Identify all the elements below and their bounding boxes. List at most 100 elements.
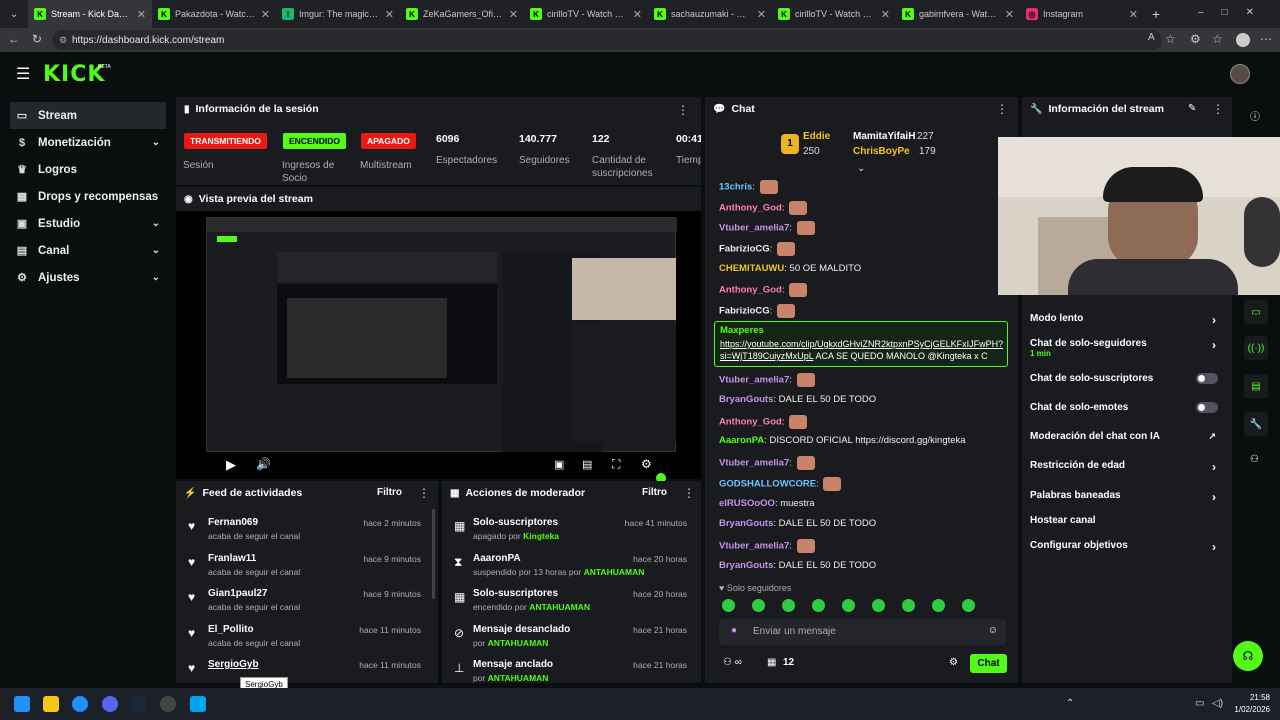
stream-setting-row[interactable]: Hostear canal xyxy=(1030,515,1230,526)
url-field[interactable]: ⚙ https://dashboard.kick.com/stream xyxy=(52,30,1162,50)
mod-menu-icon[interactable]: ⋮ xyxy=(683,486,695,500)
mic-icon[interactable]: ● xyxy=(731,625,737,636)
chevron-down-icon[interactable]: ⌄ xyxy=(152,245,160,256)
users-icon[interactable]: ⚇ ∞ xyxy=(723,657,742,668)
emote[interactable] xyxy=(962,599,975,612)
external-link-icon[interactable]: ↗ xyxy=(1208,431,1216,442)
stream-setting-row[interactable]: Chat de solo-emotes xyxy=(1030,402,1230,413)
toggle-switch[interactable] xyxy=(1196,402,1218,413)
settings-gear-icon[interactable]: ⚙ xyxy=(641,457,652,471)
chat-username[interactable]: Anthony_God xyxy=(719,417,782,428)
tab-close-icon[interactable]: ✕ xyxy=(1129,8,1138,21)
stream-setting-row[interactable]: Moderación del chat con IA ↗ xyxy=(1030,431,1230,442)
stream-setting-row[interactable]: Restricción de edad › xyxy=(1030,460,1230,474)
stream-setting-row[interactable]: Chat de solo-seguidores 1 min › xyxy=(1030,338,1230,358)
browser-menu-icon[interactable]: ⋯ xyxy=(1260,32,1272,46)
start-icon[interactable] xyxy=(14,696,30,712)
hamburger-menu-icon[interactable]: ☰ xyxy=(16,64,30,84)
browser-tab[interactable]: K Pakazdota - Watch clips ✕ xyxy=(152,0,276,28)
chat-username[interactable]: Vtuber_amelia7 xyxy=(719,458,789,469)
stream-setting-row[interactable]: Chat de solo-suscriptores xyxy=(1030,373,1230,384)
feed-item[interactable]: ♥ SergioGyb hace 11 minutos xyxy=(176,655,431,683)
chat-message[interactable]: GODSHALLOWCORE: xyxy=(719,477,842,491)
emote[interactable] xyxy=(812,599,825,612)
feed-username[interactable]: Franlaw11 xyxy=(208,553,256,564)
kick-logo[interactable]: KICK xyxy=(43,62,105,87)
chevron-down-icon[interactable]: ⌄ xyxy=(152,137,160,148)
chevron-down-icon[interactable]: ⌄ xyxy=(152,218,160,229)
chat-message[interactable]: Vtuber_amelia7: xyxy=(719,221,815,235)
chat-message[interactable]: CHEMITAUWU: 50 OE MALDITO xyxy=(719,263,861,274)
extensions-icon[interactable]: ⚙ xyxy=(1190,32,1201,46)
chat-username[interactable]: Vtuber_amelia7 xyxy=(719,375,789,386)
chat-settings-icon[interactable]: ⚙ xyxy=(949,657,958,668)
session-menu-icon[interactable]: ⋮ xyxy=(677,103,689,117)
feed-username[interactable]: Gian1paul27 xyxy=(208,588,267,599)
chat-message[interactable]: Vtuber_amelia7: xyxy=(719,373,815,387)
feed-item[interactable]: ♥ Franlaw11 acaba de seguir el canal hace 9… xyxy=(176,549,431,585)
feed-username[interactable]: SergioGyb xyxy=(208,659,259,670)
back-icon[interactable]: ← xyxy=(8,32,20,46)
chevron-right-icon[interactable]: › xyxy=(1212,460,1216,474)
chevron-right-icon[interactable]: › xyxy=(1212,313,1216,327)
chat-message[interactable]: BryanGouts: DALE EL 50 DE TODO xyxy=(719,560,876,571)
mod-action-item[interactable]: ▦ Solo-suscriptores encendido por ANTAHUAM… xyxy=(442,584,697,620)
emote[interactable] xyxy=(752,599,765,612)
fullscreen-icon[interactable]: ⛶ xyxy=(612,457,620,472)
chat-username[interactable]: FabrizioCG xyxy=(719,306,770,317)
chat-username[interactable]: GODSHALLOWCORE xyxy=(719,479,816,490)
emoji-icon[interactable]: ☺ xyxy=(988,625,998,636)
chat-username[interactable]: AaaronPA xyxy=(719,435,764,446)
emote-bar[interactable] xyxy=(722,599,1012,613)
chat-message[interactable]: Vtuber_amelia7: xyxy=(719,456,815,470)
emote[interactable] xyxy=(932,599,945,612)
chat-username[interactable]: Vtuber_amelia7 xyxy=(719,541,789,552)
browser-tab[interactable]: I Imgur: The magic of the ✕ xyxy=(276,0,400,28)
tab-close-icon[interactable]: ✕ xyxy=(757,8,766,21)
toggle-switch[interactable] xyxy=(1196,373,1218,384)
chat-message[interactable]: Anthony_God: xyxy=(719,201,808,215)
edge-browser-icon[interactable] xyxy=(72,696,88,712)
steam-icon[interactable] xyxy=(131,696,147,712)
reload-icon[interactable]: ↻ xyxy=(32,32,42,46)
site-info-icon[interactable]: ⚙ xyxy=(59,35,67,46)
stream-setting-row[interactable]: Configurar objetivos › xyxy=(1030,540,1230,554)
discord-icon[interactable] xyxy=(102,696,118,712)
browser-tab[interactable]: K Stream - Kick Dashboard ✕ xyxy=(28,0,152,28)
mod-action-item[interactable]: ⊥ Mensaje anclado por ANTAHUAMAN hace 21 ho… xyxy=(442,655,697,683)
window-controls[interactable]: –□✕ xyxy=(1198,7,1272,18)
wrench-rail-icon[interactable]: 🔧 xyxy=(1244,412,1268,436)
chat-username[interactable]: BryanGouts xyxy=(719,518,773,529)
sidebar-item-stream[interactable]: ▭ Stream xyxy=(10,102,166,129)
emote[interactable] xyxy=(722,599,735,612)
info-circle-icon[interactable]: ⓘ xyxy=(1250,108,1260,123)
video-player[interactable]: ▶ 🔊 ▣ ▤ ⛶ ⚙ xyxy=(176,211,701,483)
tab-close-icon[interactable]: ✕ xyxy=(385,8,394,21)
tab-close-icon[interactable]: ✕ xyxy=(633,8,642,21)
collections-icon[interactable]: ☆ xyxy=(1212,32,1223,46)
chat-username[interactable]: elRUSOoOO xyxy=(719,498,775,509)
browser-tab[interactable]: ◎ Instagram ✕ xyxy=(1020,0,1144,28)
chevron-down-icon[interactable]: ⌄ xyxy=(152,272,160,283)
mod-action-item[interactable]: ▦ Solo-suscriptores apagado por Kingteka ha… xyxy=(442,513,697,549)
moderator-name[interactable]: ANTAHUAMAN xyxy=(584,567,645,577)
mod-action-item[interactable]: ⊘ Mensaje desanclado por ANTAHUAMAN hace 21… xyxy=(442,620,697,656)
chat-message[interactable]: BryanGouts: DALE EL 50 DE TODO xyxy=(719,394,876,405)
chat-rail-icon[interactable]: ▭ xyxy=(1244,300,1268,324)
mod-filter-button[interactable]: Filtro xyxy=(642,487,667,498)
chat-username[interactable]: 13chris xyxy=(719,182,752,193)
feed-item[interactable]: ♥ El_Pollito acaba de seguir el canal hace … xyxy=(176,620,431,656)
volume-icon[interactable]: 🔊 xyxy=(256,457,271,471)
speaker-icon[interactable]: ◁) xyxy=(1212,698,1223,709)
favorite-icon[interactable]: ☆ xyxy=(1165,32,1176,46)
moderator-name[interactable]: ANTAHUAMAN xyxy=(488,673,549,683)
layout-rail-icon[interactable]: ▤ xyxy=(1244,374,1268,398)
chat-username[interactable]: FabrizioCG xyxy=(719,244,770,255)
feed-menu-icon[interactable]: ⋮ xyxy=(418,486,430,500)
obs-icon[interactable] xyxy=(160,696,176,712)
feed-username[interactable]: Fernan069 xyxy=(208,517,258,528)
emote[interactable] xyxy=(872,599,885,612)
sidebar-item-drops-y-recompensas[interactable]: ▦ Drops y recompensas xyxy=(0,183,172,210)
profile-avatar[interactable] xyxy=(1236,33,1250,47)
chat-message[interactable]: AaaronPA: DISCORD OFICIAL https://discor… xyxy=(719,435,966,446)
